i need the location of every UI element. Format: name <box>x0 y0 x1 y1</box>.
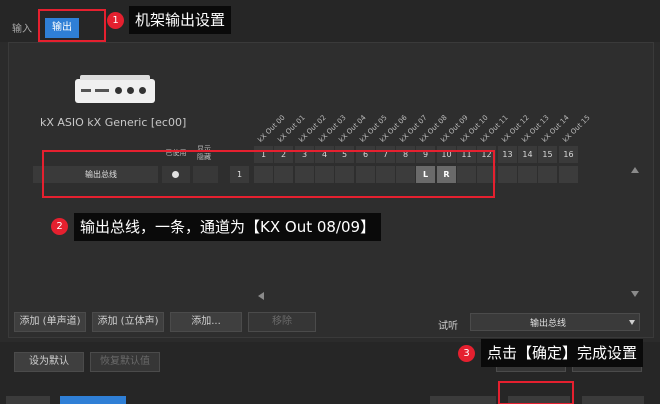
highlight-confirm-button <box>498 381 574 404</box>
footer-button-apply[interactable] <box>582 396 644 404</box>
annotation-badge-1: 1 <box>107 12 124 29</box>
scroll-up-icon[interactable] <box>631 167 639 173</box>
scroll-left-icon[interactable] <box>258 292 264 300</box>
audition-label: 试听 <box>438 321 458 332</box>
channel-number: 15 <box>538 146 557 163</box>
device-name: kX ASIO kX Generic [ec00] <box>40 116 187 129</box>
footer-button-left[interactable] <box>6 396 50 404</box>
highlight-output-tab: 输出 <box>38 9 106 42</box>
audition-select-value: 输出总线 <box>530 319 567 329</box>
add-stereo-button[interactable]: 添加 (立体声) <box>92 312 164 332</box>
channel-number: 16 <box>559 146 578 163</box>
footer-button-cancel[interactable] <box>430 396 496 404</box>
tab-input[interactable]: 输入 <box>12 20 32 35</box>
add-mono-button[interactable]: 添加 (单声道) <box>14 312 86 332</box>
annotation-badge-3: 3 <box>458 345 475 362</box>
annotation-callout-3: 点击【确定】完成设置 <box>481 339 644 367</box>
set-default-button[interactable]: 设为默认 <box>14 352 84 372</box>
channel-number: 14 <box>518 146 537 163</box>
footer-button-primary[interactable] <box>60 396 126 404</box>
remove-button[interactable]: 移除 <box>248 312 316 332</box>
scroll-down-icon[interactable] <box>631 291 639 297</box>
routing-cell[interactable] <box>559 166 578 183</box>
audio-interface-image <box>75 75 155 103</box>
add-button[interactable]: 添加... <box>170 312 242 332</box>
routing-cell[interactable] <box>538 166 557 183</box>
routing-cell[interactable] <box>498 166 517 183</box>
chevron-down-icon <box>629 320 635 325</box>
annotation-callout-2: 输出总线，一条，通道为【KX Out 08/09】 <box>74 213 382 241</box>
channel-number: 13 <box>498 146 517 163</box>
routing-cell[interactable] <box>518 166 537 183</box>
annotation-callout-1: 机架输出设置 <box>129 6 232 34</box>
highlight-bus-row <box>42 150 495 198</box>
restore-default-button[interactable]: 恢复默认值 <box>90 352 160 372</box>
tab-output[interactable]: 输出 <box>45 18 79 38</box>
annotation-badge-2: 2 <box>51 218 68 235</box>
